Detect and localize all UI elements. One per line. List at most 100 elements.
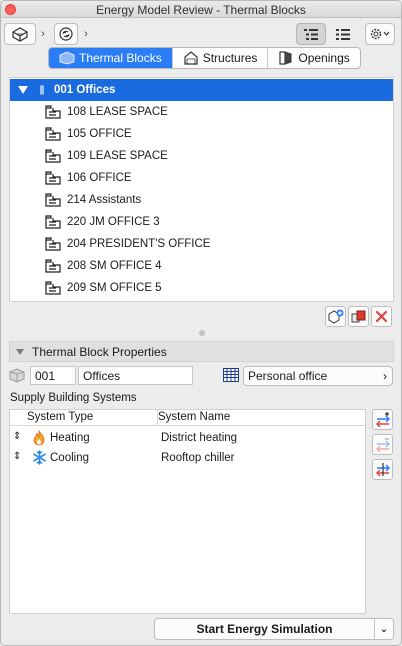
sync-button[interactable] — [54, 23, 78, 45]
list-view-icon — [304, 28, 318, 40]
add-system-button[interactable] — [372, 409, 393, 430]
column-header-system-name[interactable]: System Name — [158, 411, 230, 423]
column-header-system-type[interactable]: System Type — [27, 411, 93, 423]
title-bar: Energy Model Review - Thermal Blocks — [1, 1, 401, 18]
chevron-right-icon: › — [383, 369, 387, 383]
tree-item[interactable]: 209 SM OFFICE 5 — [10, 277, 393, 299]
tree-item-label: 108 LEASE SPACE — [67, 106, 168, 118]
view-tabs: Thermal Blocks Structures Openings — [48, 47, 361, 69]
chevron-right-icon: › — [84, 28, 88, 40]
tree-item[interactable]: 220 JM OFFICE 3 — [10, 211, 393, 233]
add-block-button[interactable] — [325, 306, 346, 327]
tree-item[interactable]: 214 Assistants — [10, 189, 393, 211]
tree-root-label: 001 Offices — [54, 84, 116, 96]
tree-item[interactable]: 109 LEASE SPACE — [10, 145, 393, 167]
tab-label: Structures — [202, 51, 258, 65]
operation-profile-grid-icon — [223, 368, 239, 382]
tree-item[interactable]: 204 PRESIDENT'S OFFICE — [10, 233, 393, 255]
edit-system-icon — [375, 463, 390, 477]
supply-systems-table: System Type System Name ⇕ Heating Distri… — [9, 409, 366, 614]
tree-item-label: 105 OFFICE — [67, 128, 132, 140]
app-window: Energy Model Review - Thermal Blocks › › — [0, 0, 402, 646]
supply-systems-actions — [372, 409, 393, 480]
room-floorplan-icon — [45, 193, 61, 207]
tree-item-label: 214 Assistants — [67, 194, 142, 206]
remove-system-button[interactable] — [372, 434, 393, 455]
table-row[interactable]: ⇕ Heating District heating — [10, 429, 365, 449]
thermal-block-icon — [59, 51, 75, 65]
table-header: System Type System Name — [10, 410, 365, 426]
tree-item-label: 109 LEASE SPACE — [67, 150, 168, 162]
structure-house-icon — [184, 51, 198, 65]
tree-action-bar — [325, 306, 392, 327]
delete-icon — [375, 310, 388, 323]
settings-gear-icon — [370, 28, 390, 40]
merge-block-button[interactable] — [348, 306, 369, 327]
model-3d-icon — [12, 27, 28, 42]
tree-item[interactable]: 105 OFFICE — [10, 123, 393, 145]
opening-door-icon — [279, 51, 292, 65]
tab-structures[interactable]: Structures — [173, 48, 269, 68]
system-name-label: Rooftop chiller — [161, 452, 235, 464]
add-system-icon — [375, 412, 390, 427]
model-3d-button[interactable] — [4, 23, 36, 45]
tree-root-item[interactable]: 001 Offices — [10, 79, 393, 101]
system-type-label: Heating — [50, 432, 90, 444]
toolbar: › › — [1, 18, 401, 46]
merge-block-icon — [351, 310, 365, 323]
panel-splitter-handle[interactable] — [199, 330, 205, 336]
sync-icon — [59, 27, 73, 41]
model-3d-menu-button[interactable]: › — [37, 23, 49, 45]
operation-profile-value: Personal office — [248, 369, 328, 383]
up-down-stepper-icon[interactable]: ⇕ — [13, 431, 21, 442]
tree-item-label: 208 SM OFFICE 4 — [67, 260, 162, 272]
detail-list-icon — [336, 28, 350, 40]
tab-thermal-blocks[interactable]: Thermal Blocks — [49, 48, 173, 68]
edit-system-button[interactable] — [372, 459, 393, 480]
room-floorplan-icon — [45, 171, 61, 185]
room-floorplan-icon — [45, 215, 61, 229]
operation-profile-dropdown[interactable]: Personal office › — [243, 366, 393, 386]
room-floorplan-icon — [45, 127, 61, 141]
tree-item-label: 209 SM OFFICE 5 — [67, 282, 162, 294]
remove-system-icon — [375, 438, 390, 452]
room-floorplan-icon — [45, 105, 61, 119]
tree-item-label: 220 JM OFFICE 3 — [67, 216, 160, 228]
properties-header-label: Thermal Block Properties — [32, 344, 167, 359]
thermal-block-marker-icon — [40, 85, 44, 95]
room-floorplan-icon — [45, 259, 61, 273]
tree-item-label: 204 PRESIDENT'S OFFICE — [67, 238, 211, 250]
block-id-field[interactable]: 001 — [30, 366, 76, 385]
table-row[interactable]: ⇕ Cooling Rooftop chiller — [10, 449, 365, 469]
tab-label: Thermal Blocks — [79, 51, 162, 65]
supply-systems-label: Supply Building Systems — [10, 392, 137, 404]
properties-section-header[interactable]: Thermal Block Properties — [9, 341, 394, 362]
detail-list-button[interactable] — [328, 23, 358, 45]
start-energy-simulation-button[interactable]: Start Energy Simulation ⌄ — [154, 618, 394, 640]
tab-openings[interactable]: Openings — [268, 48, 359, 68]
simulation-button-label: Start Energy Simulation — [196, 622, 333, 636]
tree-item[interactable]: 208 SM OFFICE 4 — [10, 255, 393, 277]
room-floorplan-icon — [45, 149, 61, 163]
list-view-button[interactable] — [296, 23, 326, 45]
add-block-icon — [328, 309, 343, 324]
window-title: Energy Model Review - Thermal Blocks — [96, 3, 306, 17]
room-floorplan-icon — [45, 237, 61, 251]
flame-icon — [33, 430, 45, 446]
thermal-block-tree: 001 Offices 108 LEASE SPACE 105 OFFICE 109… — [9, 77, 394, 302]
chevron-down-icon[interactable]: ⌄ — [375, 624, 393, 635]
up-down-stepper-icon[interactable]: ⇕ — [13, 451, 21, 462]
disclosure-triangle-icon[interactable] — [18, 86, 28, 94]
settings-button[interactable] — [365, 23, 395, 45]
sync-menu-button[interactable]: › — [80, 23, 92, 45]
system-type-label: Cooling — [50, 452, 89, 464]
tree-item-label: 106 OFFICE — [67, 172, 132, 184]
block-name-field[interactable]: Offices — [78, 366, 193, 385]
chevron-right-icon: › — [41, 28, 45, 40]
tab-label: Openings — [298, 51, 350, 65]
tree-item[interactable]: 106 OFFICE — [10, 167, 393, 189]
room-floorplan-icon — [45, 281, 61, 295]
system-name-label: District heating — [161, 432, 238, 444]
tree-item[interactable]: 108 LEASE SPACE — [10, 101, 393, 123]
delete-button[interactable] — [371, 306, 392, 327]
